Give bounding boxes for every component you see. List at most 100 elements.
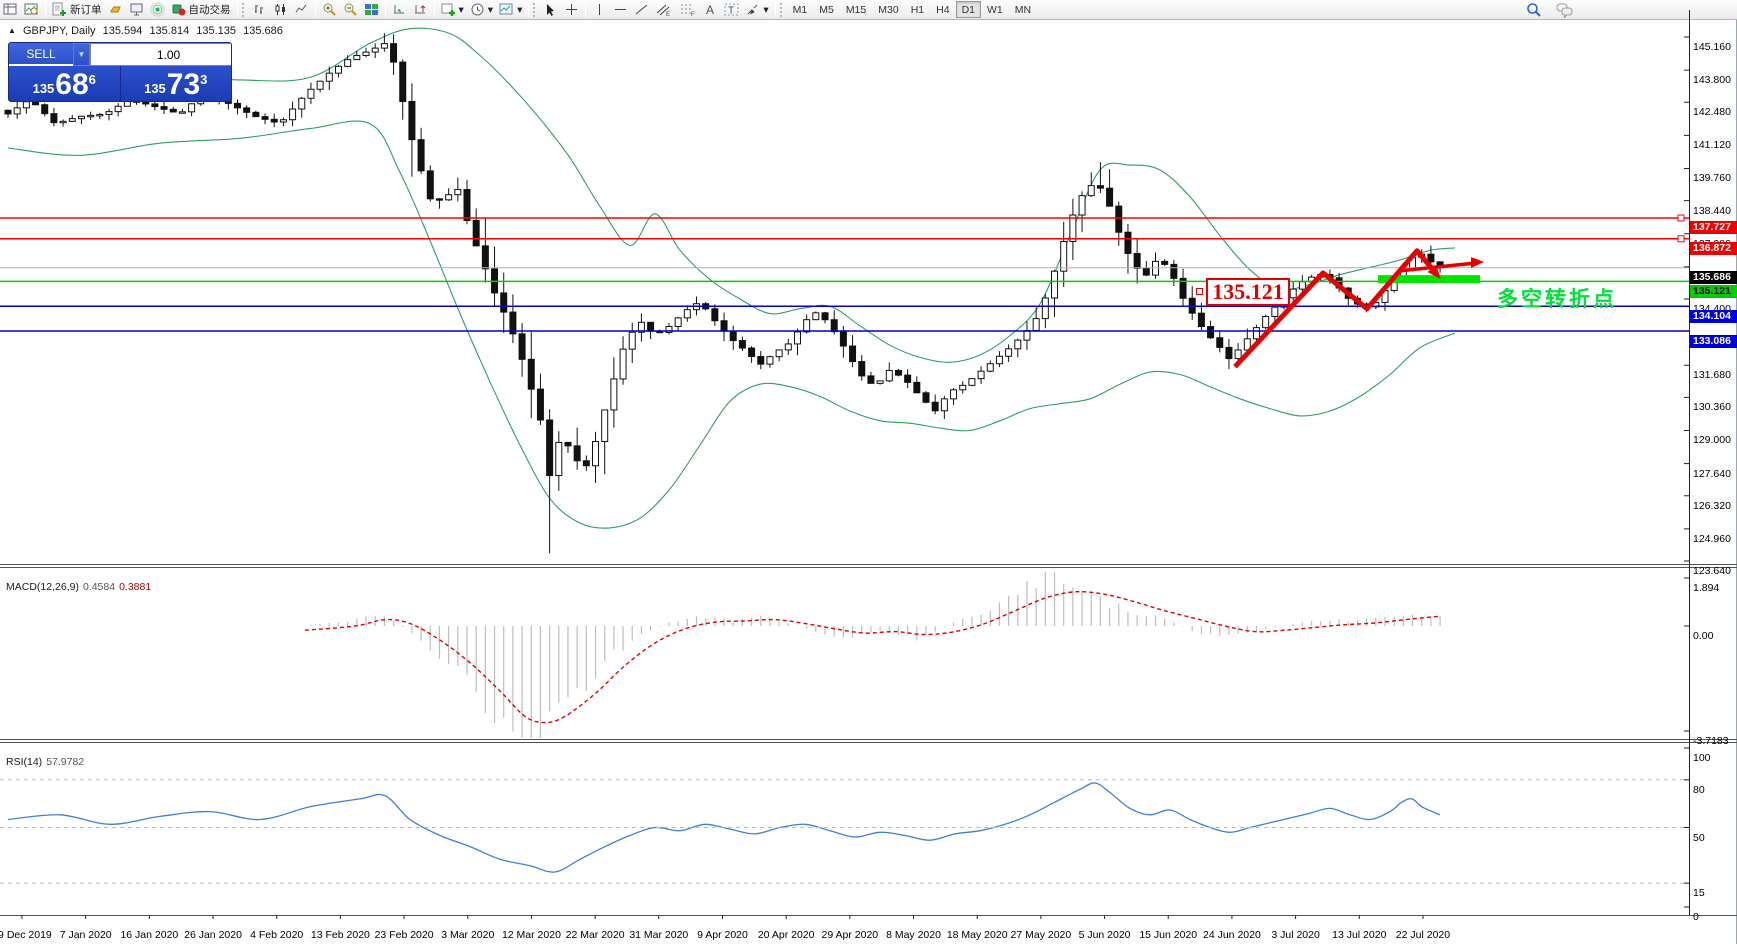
candle (1290, 289, 1296, 298)
candle (1125, 232, 1131, 253)
candle (271, 119, 277, 122)
hline-drag-handle[interactable] (1196, 288, 1203, 295)
axis-tick-label: 143.800 (1693, 74, 1737, 87)
date-tick-label: 16 Jan 2020 (114, 929, 184, 941)
candle (611, 379, 617, 410)
buy-price-pip: 3 (200, 72, 207, 87)
candle (51, 114, 57, 123)
candle (1006, 349, 1012, 356)
candle (932, 402, 938, 411)
candle (960, 385, 966, 389)
candle (1235, 350, 1241, 359)
candle (446, 195, 452, 200)
date-tick-label: 29 Dec 2019 (0, 929, 57, 941)
candle (1263, 316, 1269, 327)
date-tick-label: 26 Jan 2020 (178, 929, 248, 941)
ohlc-low: 135.135 (196, 25, 236, 37)
macd-name: MACD(12,26,9) (6, 581, 79, 593)
candle (519, 334, 525, 359)
trade-panel-top-row: SELL ▼ ▲ BUY (9, 43, 231, 66)
candle (969, 379, 975, 386)
date-tick-label: 20 Apr 2020 (751, 929, 821, 941)
candle (427, 171, 433, 199)
one-click-collapse-arrow[interactable]: ▲ (8, 26, 16, 35)
candle (1097, 186, 1103, 189)
price-tag-133.086: 133.086 (1690, 335, 1737, 348)
candle (262, 117, 268, 120)
candle (794, 332, 800, 344)
candle (574, 446, 580, 461)
candle (1116, 206, 1122, 232)
candle (749, 348, 755, 357)
macd-pane-label: MACD(12,26,9)0.45840.3881 (6, 581, 151, 593)
candle (5, 110, 11, 114)
volume-decrease-button[interactable]: ▼ (73, 43, 90, 66)
sell-price[interactable]: 135 68 6 (9, 66, 121, 101)
volume-input[interactable] (90, 43, 232, 66)
date-tick-label: 3 Mar 2020 (433, 929, 503, 941)
candle (1033, 319, 1039, 331)
candle (1162, 261, 1168, 264)
candle (280, 120, 286, 122)
price-tag-135.121: 135.121 (1690, 285, 1737, 298)
date-tick-label: 31 Mar 2020 (624, 929, 694, 941)
candle (290, 109, 296, 120)
candle (1428, 254, 1434, 262)
date-tick-label: 13 Feb 2020 (305, 929, 375, 941)
axis-tick-label: 124.960 (1693, 533, 1737, 546)
bollinger-band (8, 121, 1455, 528)
candle (1198, 313, 1204, 326)
axis-tick-label: 0.00 (1693, 630, 1737, 643)
candle (951, 390, 957, 399)
axis-tick-label: 50 (1693, 832, 1737, 845)
candle (868, 376, 874, 383)
candle (886, 370, 892, 380)
candle (381, 44, 387, 48)
candle (1153, 261, 1159, 275)
candle (877, 381, 883, 383)
turning-point-annotation[interactable]: 多空转折点 (1497, 283, 1617, 313)
candle (675, 318, 681, 327)
candle (473, 220, 479, 245)
candle (978, 371, 984, 378)
candle (1052, 271, 1058, 298)
rsi-value: 57.9782 (46, 756, 84, 768)
sell-price-prefix: 135 (33, 81, 55, 96)
axis-tick-label: -3.7183 (1693, 735, 1737, 748)
candle (1134, 253, 1140, 268)
candle (189, 104, 195, 112)
candle (14, 108, 20, 114)
axis-tick-label: 0 (1693, 911, 1737, 924)
candle (88, 115, 94, 116)
date-tick-label: 23 Feb 2020 (369, 929, 439, 941)
sell-button[interactable]: SELL (9, 43, 73, 66)
candle (436, 199, 442, 200)
candle (547, 420, 553, 476)
candle (1272, 307, 1278, 316)
candle (905, 375, 911, 382)
candle (804, 320, 810, 332)
candle (409, 101, 415, 139)
candle (1143, 268, 1149, 275)
candle (23, 102, 29, 108)
candle (767, 357, 773, 364)
axis-tick-label: 131.680 (1693, 369, 1737, 382)
candle (987, 364, 993, 371)
rsi-pane-label: RSI(14)57.9782 (6, 756, 84, 768)
candle (106, 112, 112, 115)
candle (299, 98, 305, 109)
chart-canvas[interactable] (0, 0, 1737, 925)
buy-price[interactable]: 135 73 3 (121, 66, 232, 101)
candle (537, 389, 543, 420)
date-tick-label: 29 Apr 2020 (815, 929, 885, 941)
sell-price-pip: 6 (89, 72, 96, 87)
axis-tick-label: 129.000 (1693, 434, 1737, 447)
macd-main-value: 0.4584 (83, 581, 115, 593)
ohlc-close: 135.686 (243, 25, 283, 37)
candle (840, 332, 846, 346)
line-endpoint-handle (1678, 236, 1684, 242)
candle (914, 382, 920, 392)
date-tick-label: 18 May 2020 (942, 929, 1012, 941)
price-annotation-box[interactable]: 135.121 (1206, 278, 1290, 306)
candle (831, 320, 837, 332)
